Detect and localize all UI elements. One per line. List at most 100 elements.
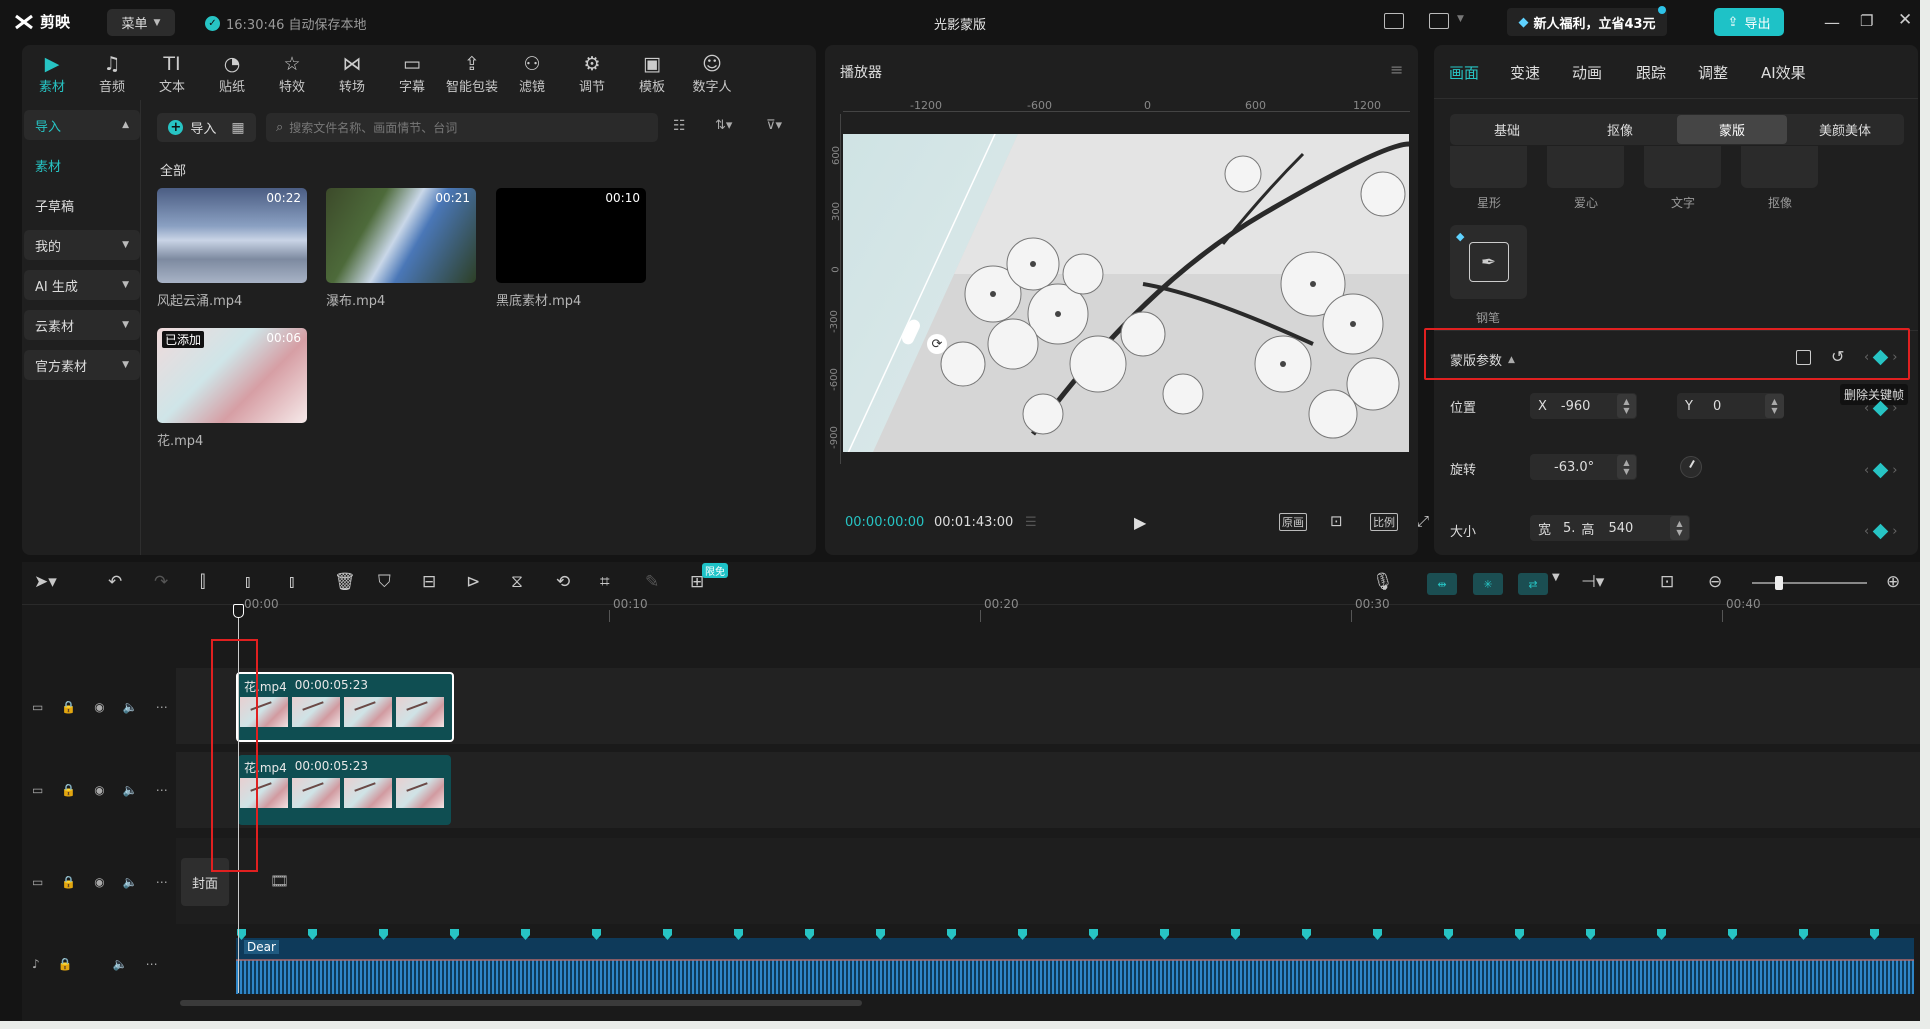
sidebar-item-ai[interactable]: AI 生成 ▼	[24, 270, 140, 300]
tab-speed[interactable]: 变速	[1510, 62, 1540, 83]
tab-tracking[interactable]: 跟踪	[1636, 62, 1666, 83]
tab-smart-pack[interactable]: ⇪ 智能包装	[442, 52, 502, 100]
tab-picture[interactable]: 画面	[1449, 62, 1479, 83]
sidebar-item-official[interactable]: 官方素材 ▼	[24, 350, 140, 380]
stepper-icon[interactable]: ▲ ▼	[1670, 516, 1689, 540]
film-icon[interactable]: 🎞	[270, 872, 289, 890]
chevron-down-icon[interactable]: ▼	[1457, 14, 1464, 24]
eye-icon[interactable]: ◉	[94, 875, 104, 889]
tab-adjust[interactable]: 调整	[1698, 62, 1728, 83]
chevron-down-icon[interactable]: ▼	[1552, 572, 1560, 583]
subtab-beauty[interactable]: 美颜美体	[1790, 115, 1900, 144]
undo-icon[interactable]: ↶	[108, 572, 122, 592]
zoom-slider-handle[interactable]	[1775, 576, 1783, 590]
auto-snap-icon[interactable]: ✳	[1473, 573, 1503, 595]
delete-icon[interactable]: 🗑	[334, 572, 356, 592]
media-item[interactable]: 00:21 瀑布.mp4	[326, 188, 476, 309]
tab-transition[interactable]: ⋈ 转场	[322, 52, 382, 100]
playhead-handle[interactable]	[233, 604, 244, 618]
stepper-icon[interactable]: ▲ ▼	[1765, 394, 1784, 418]
edit-icon[interactable]: ✎	[645, 572, 659, 592]
sidebar-item-mine[interactable]: 我的 ▼	[24, 230, 140, 260]
zoom-in-icon[interactable]: ⊕	[1886, 572, 1900, 592]
speaker-icon[interactable]: 🔈	[123, 700, 138, 714]
video-preview[interactable]: ⟳	[843, 134, 1409, 452]
freeze-icon[interactable]: ⊟	[422, 572, 436, 592]
mask-heart[interactable]	[1547, 146, 1624, 188]
media-item[interactable]: 已添加 00:06 花.mp4	[157, 328, 307, 449]
tab-sticker[interactable]: ◔ 贴纸	[202, 52, 262, 100]
video-clip[interactable]: 花.mp4 00:00:05:23	[238, 755, 451, 825]
original-button[interactable]: 原画	[1279, 513, 1307, 531]
layout-icon[interactable]	[1429, 13, 1449, 29]
stepper-icon[interactable]: ▲ ▼	[1617, 455, 1636, 479]
rotate-handle-icon[interactable]: ⟳	[927, 334, 947, 354]
microphone-icon[interactable]: 🎙	[1372, 572, 1394, 592]
keyframe-control[interactable]: ‹ ›	[1864, 400, 1897, 417]
tab-media[interactable]: ▶ 素材	[22, 52, 82, 100]
reverse-icon[interactable]: ⊳	[466, 572, 480, 592]
eye-icon[interactable]: ◉	[94, 783, 104, 797]
stepper-icon[interactable]: ▲ ▼	[1617, 394, 1636, 418]
link-main-track-icon[interactable]: ⇹	[1427, 573, 1457, 595]
tab-filter[interactable]: ⚇ 滤镜	[502, 52, 562, 100]
rotate-icon[interactable]: ⟲	[556, 572, 570, 592]
zoom-slider[interactable]	[1752, 582, 1867, 584]
maximize-icon[interactable]: ❐	[1860, 12, 1873, 30]
split-left-icon[interactable]: ⫾	[245, 572, 250, 592]
timeline-scrollbar[interactable]	[180, 1000, 862, 1006]
tab-text[interactable]: TI 文本	[142, 52, 202, 100]
fullscreen-icon[interactable]: ⤢	[1417, 512, 1429, 530]
sidebar-item-cloud[interactable]: 云素材 ▼	[24, 310, 140, 340]
audio-clip[interactable]: Dear	[236, 938, 1914, 994]
media-item[interactable]: 00:22 风起云涌.mp4	[157, 188, 307, 309]
eye-icon[interactable]: ◉	[94, 700, 104, 714]
zoom-out-icon[interactable]: ⊖	[1708, 572, 1722, 592]
more-icon[interactable]: ⋯	[156, 700, 168, 714]
tab-effects[interactable]: ☆ 特效	[262, 52, 322, 100]
more-icon[interactable]: ⋯	[156, 875, 168, 889]
subtab-mask[interactable]: 蒙版	[1677, 115, 1787, 144]
marker-icon[interactable]: ⛉	[378, 572, 391, 592]
sort-icon[interactable]: ⇅▾	[715, 118, 732, 133]
speaker-icon[interactable]: 🔈	[113, 957, 128, 971]
sidebar-item-material[interactable]: 素材	[24, 150, 140, 180]
search-input[interactable]: ⌕ 搜索文件名称、画面情节、台词	[266, 113, 658, 142]
more-icon[interactable]: ⋯	[146, 957, 158, 971]
split-icon[interactable]: ⫿	[200, 572, 205, 592]
grid-view-icon[interactable]: ☷	[673, 118, 686, 134]
filter-icon[interactable]: ⊽▾	[766, 118, 782, 133]
mask-star[interactable]	[1450, 146, 1527, 188]
shortcut-icon[interactable]	[1384, 13, 1404, 29]
split-right-icon[interactable]: ⫾	[289, 572, 294, 592]
speaker-icon[interactable]: 🔈	[123, 875, 138, 889]
fit-timeline-icon[interactable]: ⊡	[1660, 572, 1674, 592]
list-icon[interactable]: ☰	[1025, 515, 1037, 530]
rotation-dial[interactable]	[1680, 456, 1702, 478]
subtab-basic[interactable]: 基础	[1452, 115, 1562, 144]
play-icon[interactable]: ▶	[1134, 513, 1146, 532]
keyframe-control[interactable]: ‹ ›	[1864, 523, 1897, 540]
more-icon[interactable]: ⋯	[156, 783, 168, 797]
tab-ai-effect[interactable]: AI效果	[1761, 62, 1806, 83]
tab-audio[interactable]: ♫ 音频	[82, 52, 142, 100]
speaker-icon[interactable]: 🔈	[123, 783, 138, 797]
mask-cutout[interactable]	[1741, 146, 1818, 188]
tab-caption[interactable]: ▭ 字幕	[382, 52, 442, 100]
menu-button[interactable]: 菜单 ▼	[107, 9, 175, 36]
sidebar-import[interactable]: 导入 ▲	[24, 110, 140, 140]
import-button[interactable]: + 导入 ▦	[157, 113, 256, 142]
video-clip[interactable]: 花.mp4 00:00:05:23	[236, 672, 454, 742]
size-field[interactable]: 宽 5. 高 540	[1530, 515, 1690, 541]
lock-icon[interactable]: 🔒	[61, 875, 76, 889]
crop-icon[interactable]: ⌗	[600, 572, 610, 592]
minimize-icon[interactable]: —	[1824, 13, 1840, 32]
tab-template[interactable]: ▣ 模板	[622, 52, 682, 100]
keyframe-control[interactable]: ‹ ›	[1864, 462, 1897, 479]
media-item[interactable]: 00:10 黑底素材.mp4	[496, 188, 646, 309]
select-tool-icon[interactable]: ➤▾	[34, 572, 57, 592]
zoom-fit-icon[interactable]: ⊡	[1330, 512, 1343, 530]
menu-icon[interactable]: ≡	[1390, 60, 1403, 79]
mask-text[interactable]	[1644, 146, 1721, 188]
redo-icon[interactable]: ↷	[154, 572, 168, 592]
